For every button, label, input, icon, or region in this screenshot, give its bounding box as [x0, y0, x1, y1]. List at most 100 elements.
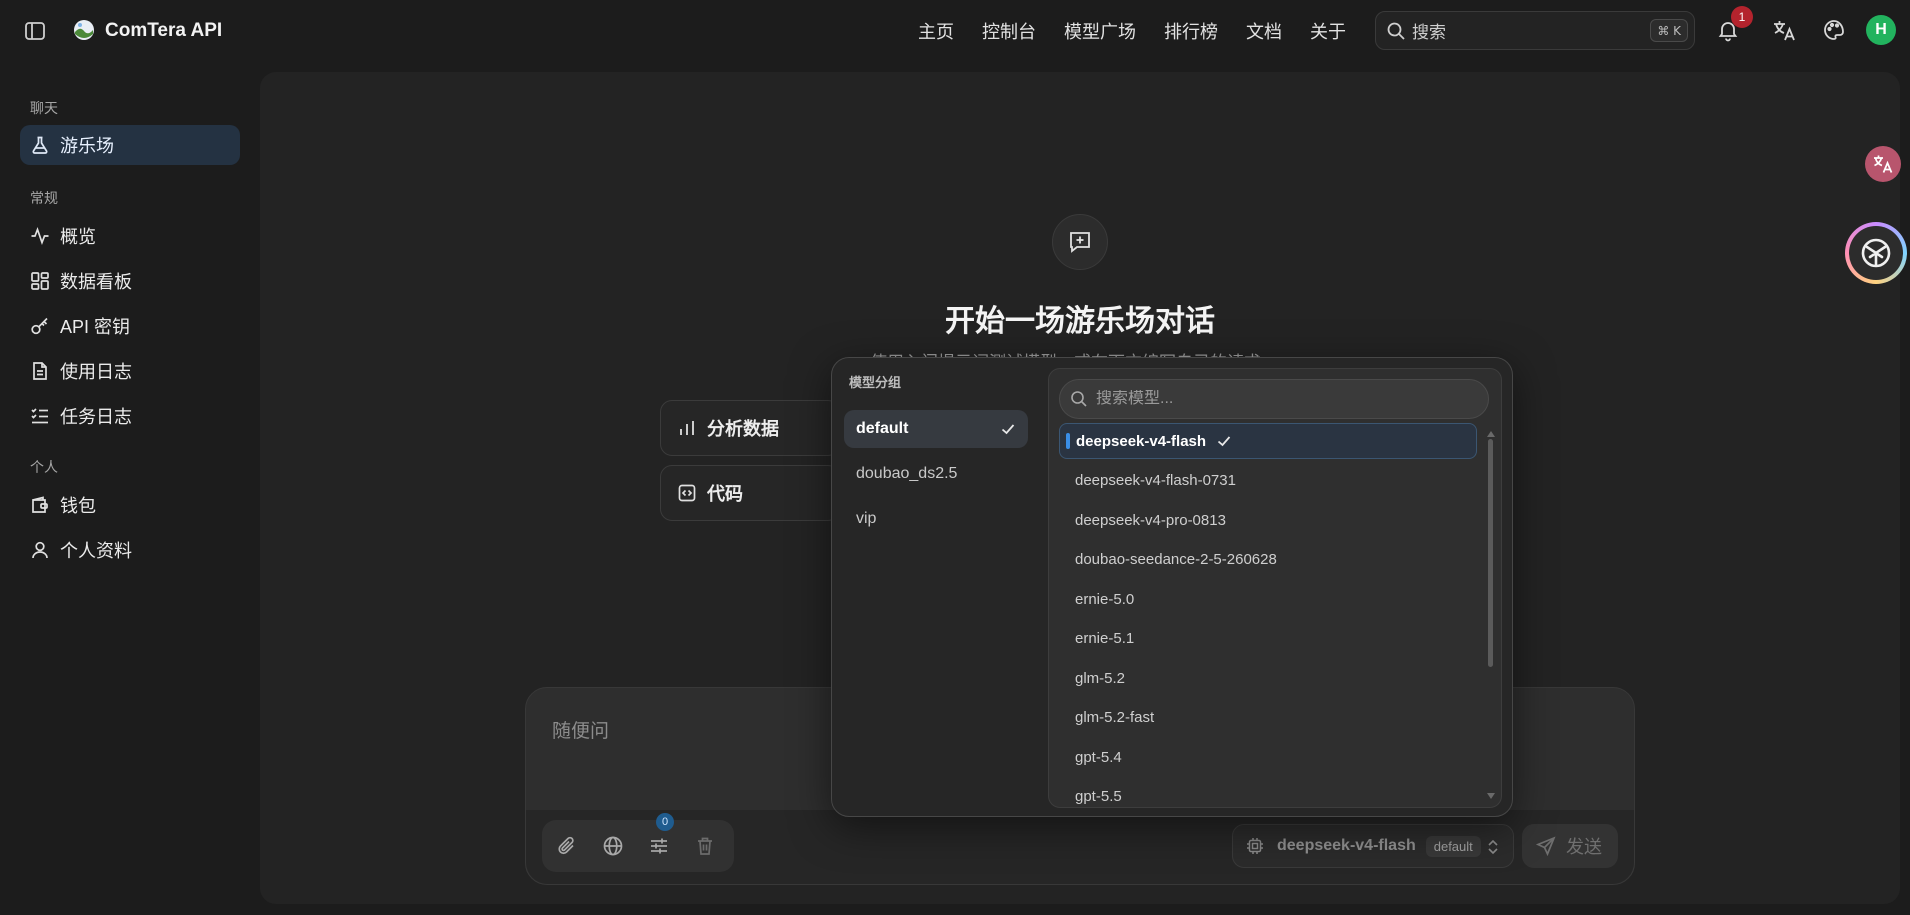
- send-button[interactable]: 发送: [1522, 824, 1618, 868]
- sidebar-item-profile[interactable]: 个人资料: [20, 530, 240, 570]
- model-search-input[interactable]: [1096, 390, 1476, 408]
- group-item-label: vip: [856, 510, 877, 527]
- sidebar-item-playground[interactable]: 游乐场: [20, 125, 240, 165]
- composer-tools: [542, 820, 734, 872]
- model-list-scrollbar[interactable]: [1487, 431, 1495, 801]
- search-icon: [1070, 390, 1088, 408]
- model-item[interactable]: ernie-5.0: [1059, 581, 1477, 617]
- model-list-panel: deepseek-v4-flash deepseek-v4-flash-0731…: [1048, 368, 1502, 808]
- sidebar-item-label: 任务日志: [60, 407, 132, 427]
- sidebar-item-usage-logs[interactable]: 使用日志: [20, 351, 240, 391]
- model-item[interactable]: gpt-5.5: [1059, 779, 1477, 808]
- flask-icon: [30, 135, 50, 155]
- sidebar-item-label: 数据看板: [60, 272, 132, 292]
- group-item-label: default: [856, 420, 909, 437]
- file-text-icon: [30, 361, 50, 381]
- selected-model-name: deepseek-v4-flash: [1277, 837, 1416, 854]
- group-item-doubao[interactable]: doubao_ds2.5: [844, 455, 1028, 493]
- model-item[interactable]: deepseek-v4-flash-0731: [1059, 463, 1477, 499]
- model-item-label: gpt-5.4: [1075, 748, 1122, 766]
- model-item[interactable]: deepseek-v4-pro-0813: [1059, 502, 1477, 538]
- nav-home[interactable]: 主页: [918, 18, 954, 44]
- top-bar: ComTera API 主页 控制台 模型广场 排行榜 文档 关于 搜索 ⌘ K…: [0, 0, 1910, 61]
- model-item-label: ernie-5.1: [1075, 630, 1135, 647]
- code-icon: [677, 483, 697, 503]
- check-icon: [1000, 421, 1016, 437]
- sidebar-item-dashboard[interactable]: 数据看板: [20, 261, 240, 301]
- activity-icon: [30, 226, 50, 246]
- nav-docs[interactable]: 文档: [1246, 18, 1282, 44]
- group-list-title: 模型分组: [849, 375, 902, 390]
- prompt-card-label: 分析数据: [707, 419, 779, 439]
- scroll-up-icon[interactable]: [1487, 431, 1495, 437]
- user-icon: [30, 540, 50, 560]
- scroll-down-icon[interactable]: [1487, 793, 1495, 799]
- model-item-label: deepseek-v4-flash-0731: [1075, 472, 1236, 489]
- nav-about[interactable]: 关于: [1310, 18, 1346, 44]
- model-item[interactable]: ernie-5.1: [1059, 621, 1477, 657]
- palette-icon[interactable]: [1822, 18, 1846, 42]
- model-item[interactable]: glm-5.2-fast: [1059, 700, 1477, 736]
- nav-model-square[interactable]: 模型广场: [1064, 18, 1136, 44]
- scroll-thumb[interactable]: [1488, 439, 1493, 667]
- selected-group-tag: default: [1425, 835, 1481, 857]
- model-item[interactable]: glm-5.2: [1059, 660, 1477, 696]
- notification-badge: 1: [1731, 6, 1753, 28]
- wallet-icon: [30, 495, 50, 515]
- avatar[interactable]: H: [1866, 15, 1896, 45]
- brand-name[interactable]: ComTera API: [105, 20, 222, 42]
- global-search[interactable]: 搜索 ⌘ K: [1375, 11, 1695, 50]
- brand-logo-icon[interactable]: [72, 18, 96, 42]
- translate-icon[interactable]: [1771, 18, 1797, 44]
- model-item[interactable]: doubao-seedance-2-5-260628: [1059, 542, 1477, 578]
- model-item-label: ernie-5.0: [1075, 590, 1135, 608]
- message-input[interactable]: 随便问: [552, 716, 609, 743]
- cpu-chip-icon: [1245, 836, 1265, 856]
- sidebar-item-wallet[interactable]: 钱包: [20, 485, 240, 525]
- sidebar-toggle-icon[interactable]: [24, 20, 46, 42]
- send-label: 发送: [1566, 837, 1602, 857]
- bar-chart-icon: [677, 418, 697, 438]
- sidebar-item-label: 钱包: [60, 496, 96, 516]
- check-icon: [1216, 433, 1232, 449]
- page-title: 开始一场游乐场对话: [945, 305, 1215, 338]
- search-shortcut: ⌘ K: [1650, 19, 1688, 42]
- search-placeholder: 搜索: [1412, 23, 1446, 42]
- model-item-label: doubao-seedance-2-5-260628: [1075, 551, 1277, 568]
- search-icon: [1386, 21, 1406, 41]
- trash-icon[interactable]: [694, 835, 716, 857]
- globe-icon[interactable]: [602, 835, 624, 857]
- nav-console[interactable]: 控制台: [982, 18, 1036, 44]
- floating-assistant-icon[interactable]: [1845, 222, 1907, 284]
- model-item-label: gpt-5.5: [1075, 788, 1122, 805]
- model-item[interactable]: gpt-5.4: [1059, 739, 1477, 775]
- send-icon: [1536, 836, 1556, 856]
- group-item-vip[interactable]: vip: [844, 500, 1028, 538]
- model-item-label: glm-5.2-fast: [1075, 709, 1155, 726]
- group-item-label: doubao_ds2.5: [856, 465, 958, 482]
- settings-count-badge: 0: [656, 813, 674, 831]
- composer-toolbar: 0 deepseek-v4-flash default 发送: [526, 810, 1634, 884]
- sliders-icon[interactable]: [648, 835, 670, 857]
- paperclip-icon[interactable]: [556, 835, 578, 857]
- prompt-card-code[interactable]: 代码: [660, 465, 840, 521]
- dashboard-icon: [30, 271, 50, 291]
- model-selector[interactable]: deepseek-v4-flash default: [1232, 824, 1514, 868]
- group-item-default[interactable]: default: [844, 410, 1028, 448]
- model-item[interactable]: deepseek-v4-flash: [1059, 423, 1477, 459]
- sidebar-item-overview[interactable]: 概览: [20, 216, 240, 256]
- sidebar-item-task-logs[interactable]: 任务日志: [20, 396, 240, 436]
- sidebar-item-label: 游乐场: [60, 136, 114, 156]
- sidebar-section-chat: 聊天: [30, 100, 58, 116]
- model-search[interactable]: [1059, 379, 1489, 419]
- prompt-card-analyze-data[interactable]: 分析数据: [660, 400, 840, 456]
- model-item-label: deepseek-v4-flash: [1076, 432, 1207, 450]
- sidebar-item-label: 个人资料: [60, 541, 132, 561]
- nav-leaderboard[interactable]: 排行榜: [1164, 18, 1218, 44]
- floating-translate-icon[interactable]: [1865, 146, 1901, 182]
- sidebar-item-label: 使用日志: [60, 362, 132, 382]
- model-item-label: glm-5.2: [1075, 669, 1126, 687]
- sidebar-item-label: 概览: [60, 227, 96, 247]
- sidebar-section-general: 常规: [30, 190, 58, 206]
- main-nav: 主页 控制台 模型广场 排行榜 文档 关于: [918, 0, 1374, 61]
